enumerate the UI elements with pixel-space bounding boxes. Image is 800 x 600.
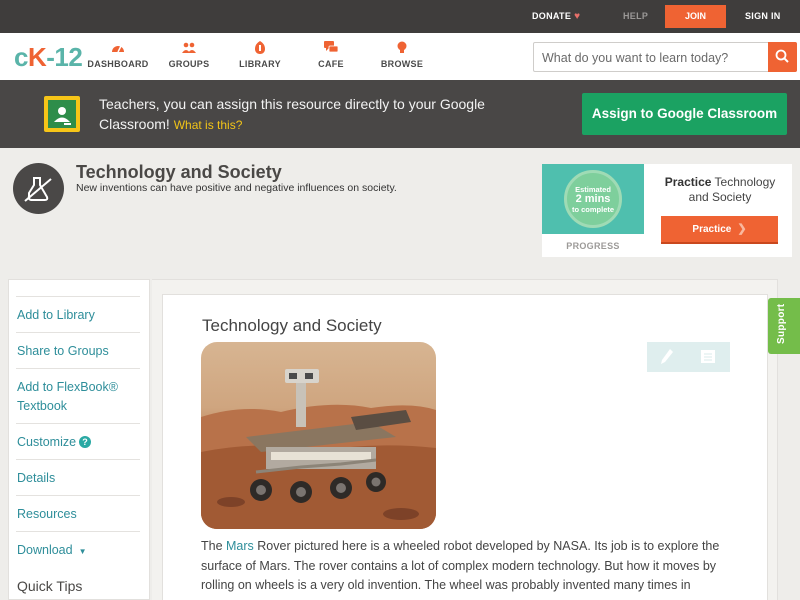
search-box	[533, 42, 797, 72]
article-title: Technology and Society	[202, 316, 382, 335]
assign-google-classroom-button[interactable]: Assign to Google Classroom	[582, 93, 787, 135]
nav-label: CAFE	[318, 59, 344, 69]
sidebar-item-add-to-flexbook[interactable]: Add to FlexBook® Textbook	[16, 368, 140, 423]
what-is-this-link[interactable]: What is this?	[174, 118, 243, 132]
ck12-logo[interactable]: cK-12	[14, 42, 83, 73]
sidebar-item-details[interactable]: Details	[16, 459, 140, 495]
google-banner-text: Teachers, you can assign this resource d…	[99, 96, 485, 132]
google-classroom-banner: Teachers, you can assign this resource d…	[0, 80, 800, 148]
article-paragraph: The Mars Rover pictured here is a wheele…	[201, 539, 720, 592]
heart-icon: ♥	[574, 11, 581, 22]
article-tools	[647, 342, 730, 372]
sign-in-link[interactable]: SIGN IN	[745, 11, 781, 21]
cafe-icon	[324, 41, 338, 53]
notes-icon[interactable]	[701, 350, 715, 363]
utility-bar: DONATE ♥ HELP JOIN SIGN IN	[0, 0, 800, 33]
nav-label: GROUPS	[168, 59, 210, 69]
donate-link[interactable]: DONATE ♥	[532, 11, 580, 22]
search-icon	[775, 49, 789, 63]
join-button[interactable]: JOIN	[665, 5, 726, 28]
help-icon[interactable]: ?	[79, 436, 92, 448]
concept-subtitle: New inventions can have positive and neg…	[76, 182, 397, 194]
nav-label: DASHBOARD	[87, 59, 149, 69]
nav-library[interactable]: LIBRARY	[225, 41, 295, 69]
sidebar-item-resources[interactable]: Resources	[16, 495, 140, 531]
nav-label: LIBRARY	[239, 59, 281, 69]
sidebar-item-share-to-groups[interactable]: Share to Groups	[16, 332, 140, 368]
sidebar-item-customize[interactable]: Customize?	[16, 423, 140, 459]
groups-icon	[182, 42, 196, 53]
sidebar-item-add-to-library[interactable]: Add to Library	[16, 296, 140, 332]
practice-title: Practice Technology and Society	[664, 175, 776, 204]
chevron-right-icon: ❯	[737, 223, 747, 235]
concept-title: Technology and Society	[76, 162, 282, 182]
estimate-badge: Estimated 2 mins to complete	[564, 170, 622, 228]
pencil-icon[interactable]	[661, 349, 673, 364]
dashboard-icon	[112, 45, 124, 53]
nav-dashboard[interactable]: DASHBOARD	[83, 41, 153, 69]
nav-groups[interactable]: GROUPS	[154, 41, 224, 69]
progress-label: PROGRESS	[566, 241, 620, 251]
search-button[interactable]	[768, 42, 797, 72]
estimate-line-3: to complete	[571, 205, 615, 214]
nav-label: BROWSE	[380, 59, 424, 69]
estimate-line-2: 2 mins	[575, 193, 611, 205]
sidebar: Add to Library Share to Groups Add to Fl…	[8, 279, 150, 600]
search-input[interactable]	[542, 49, 762, 66]
nav-cafe[interactable]: CAFE	[296, 41, 366, 69]
sidebar-item-download[interactable]: Download ▼	[16, 531, 140, 567]
mars-link[interactable]: Mars	[226, 539, 254, 553]
browse-icon	[397, 41, 407, 53]
practice-button[interactable]: Practice ❯	[661, 216, 778, 244]
practice-estimate-image: Estimated 2 mins to complete	[542, 164, 644, 234]
help-link[interactable]: HELP	[623, 11, 648, 21]
support-tab[interactable]: Support	[768, 298, 800, 354]
mars-rover-image	[201, 342, 436, 529]
nav-browse[interactable]: BROWSE	[367, 41, 437, 69]
practice-card: Estimated 2 mins to complete PROGRESS Pr…	[542, 164, 792, 257]
caret-down-icon: ▼	[78, 547, 87, 556]
google-classroom-icon	[44, 96, 80, 132]
quick-tips-heading: Quick Tips	[17, 578, 83, 594]
concept-icon	[13, 163, 64, 214]
flask-icon	[24, 177, 52, 202]
library-icon	[255, 41, 265, 54]
main-nav: cK-12 DASHBOARD GROUPS LIBRARY CAFE BROW…	[0, 33, 800, 80]
